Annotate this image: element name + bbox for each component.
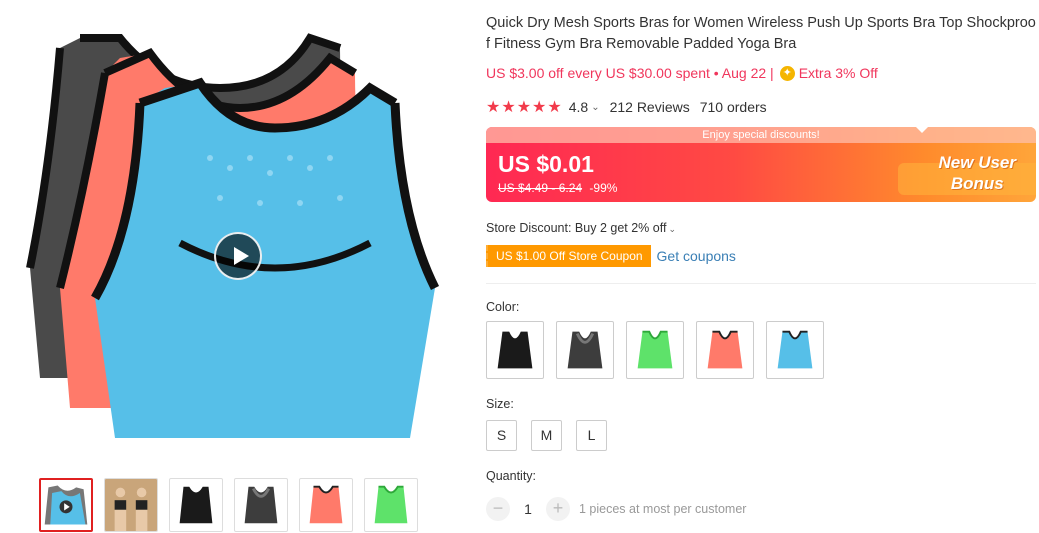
thumbnail-coral[interactable]	[299, 478, 353, 532]
thumbnail-image	[179, 486, 213, 524]
coupon-row: US $1.00 Off Store Coupon Get coupons	[486, 245, 736, 267]
thumbnail-image	[309, 485, 343, 524]
quantity-note: 1 pieces at most per customer	[579, 502, 747, 516]
coin-icon: ✦	[779, 65, 795, 81]
store-discount-text: Store Discount: Buy 2 get 2% off	[486, 221, 667, 235]
rating-row: ★★★★★ 4.8 ⌄ 212 Reviews 710 orders	[486, 97, 767, 117]
product-title: Quick Dry Mesh Sports Bras for Women Wir…	[486, 15, 1036, 52]
product-gallery	[0, 0, 470, 533]
main-product-image[interactable]	[10, 18, 450, 458]
color-option-gray[interactable]	[556, 321, 614, 379]
color-swatch-image	[567, 331, 603, 369]
star-rating-icon: ★★★★★	[486, 99, 563, 116]
color-option-coral[interactable]	[696, 321, 754, 379]
store-coupon-tag[interactable]: US $1.00 Off Store Coupon	[486, 245, 651, 267]
color-option-black[interactable]	[486, 321, 544, 379]
discount-strip: Enjoy special discounts!	[486, 127, 1036, 143]
original-price: US $4.49 - 6.24	[498, 181, 583, 195]
rating-value[interactable]: 4.8	[569, 99, 588, 115]
divider	[486, 283, 1036, 284]
color-option-blue[interactable]	[766, 321, 824, 379]
thumbnail-model[interactable]	[104, 478, 158, 532]
color-swatch-image	[637, 330, 673, 369]
thumbnail-video[interactable]	[39, 478, 93, 532]
discount-percent: -99%	[589, 181, 618, 195]
thumbnail-image	[44, 485, 88, 525]
chevron-down-icon[interactable]: ⌄	[591, 102, 599, 113]
quantity-minus-button[interactable]: −	[486, 497, 510, 521]
original-price-row: US $4.49 - 6.24 -99%	[498, 181, 617, 195]
store-discount[interactable]: Store Discount: Buy 2 get 2% off ⌄	[486, 221, 676, 235]
color-option-green[interactable]	[626, 321, 684, 379]
thumbnail-image	[244, 486, 278, 524]
size-label: Size:	[486, 397, 514, 411]
size-options: S M L	[486, 420, 607, 451]
quantity-stepper: − 1 + 1 pieces at most per customer	[486, 497, 746, 521]
price-banner[interactable]: Enjoy special discounts! US $0.01 US $4.…	[486, 127, 1036, 202]
thumbnail-gray[interactable]	[234, 478, 288, 532]
quantity-plus-button[interactable]: +	[546, 497, 570, 521]
orders-count: 710 orders	[699, 99, 767, 115]
thumbnail-black[interactable]	[169, 478, 223, 532]
thumbnail-strip	[39, 478, 418, 532]
promo-extra: Extra 3% Off	[798, 65, 878, 81]
thumbnail-image	[374, 485, 408, 524]
bonus-line-2: Bonus	[950, 174, 1004, 193]
color-swatch-image	[777, 330, 813, 369]
play-video-button[interactable]	[214, 232, 262, 280]
bonus-line-1: New User	[938, 153, 1016, 172]
thumbnail-image	[105, 479, 157, 531]
thumbnail-green[interactable]	[364, 478, 418, 532]
size-option-m[interactable]: M	[531, 420, 562, 451]
quantity-value[interactable]: 1	[510, 501, 546, 517]
promo-line[interactable]: US $3.00 off every US $30.00 spent • Aug…	[486, 65, 878, 81]
color-options	[486, 321, 824, 379]
current-price: US $0.01	[498, 151, 594, 177]
quantity-label: Quantity:	[486, 469, 537, 483]
new-user-bonus[interactable]: New User Bonus	[939, 152, 1016, 194]
reviews-count[interactable]: 212 Reviews	[610, 99, 690, 115]
size-option-l[interactable]: L	[576, 420, 607, 451]
color-swatch-image	[497, 331, 533, 369]
promo-text: US $3.00 off every US $30.00 spent • Aug…	[486, 65, 774, 81]
chevron-down-icon: ⌄	[668, 224, 676, 234]
size-option-s[interactable]: S	[486, 420, 517, 451]
get-coupons-link[interactable]: Get coupons	[657, 248, 736, 264]
color-label: Color:	[486, 300, 520, 314]
color-swatch-image	[707, 330, 743, 369]
banner-notch	[916, 127, 928, 133]
